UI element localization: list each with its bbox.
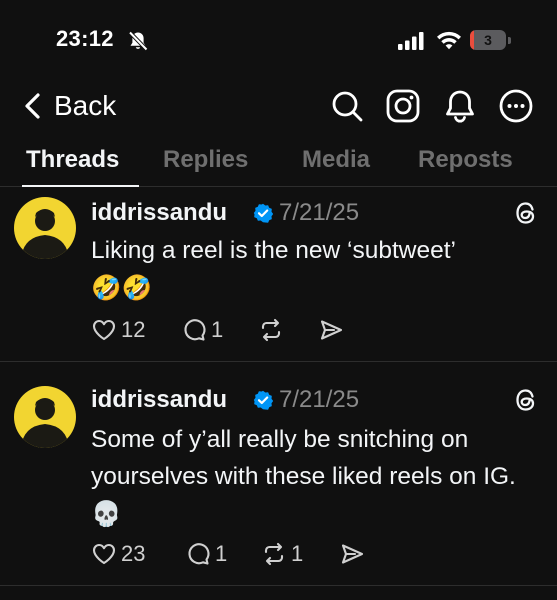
thread-post[interactable]: iddrissandu 7/21/25 Liking a reel is the… xyxy=(0,187,557,361)
instagram-icon[interactable] xyxy=(385,88,421,124)
post-date: 7/21/25 xyxy=(279,386,360,413)
heart-icon xyxy=(92,319,116,341)
avatar[interactable] xyxy=(14,386,76,448)
post-text-body: Some of y’all really be snitching on you… xyxy=(91,426,516,490)
chevron-left-icon xyxy=(25,93,40,119)
status-time: 23:12 xyxy=(56,26,114,51)
post-text-body: Liking a reel is the new ‘subtweet’ xyxy=(91,237,456,264)
tab-reposts[interactable]: Reposts xyxy=(418,146,513,174)
thread-post[interactable]: iddrissandu 7/21/25 Some of y’all really… xyxy=(0,362,557,582)
repost-button[interactable]: 1 xyxy=(261,541,303,567)
heart-icon xyxy=(92,543,116,565)
tab-replies[interactable]: Replies xyxy=(163,146,248,174)
battery-icon: 3 xyxy=(470,30,512,50)
send-icon xyxy=(341,544,364,564)
cellular-signal-icon xyxy=(398,32,424,50)
wifi-icon xyxy=(436,29,462,51)
post-text: Some of y’all really be snitching on you… xyxy=(91,421,541,533)
post-emoji: 💀 xyxy=(91,499,122,528)
status-bar: 23:12 3 xyxy=(0,0,557,80)
post-date: 7/21/25 xyxy=(279,199,360,226)
share-button[interactable] xyxy=(318,317,344,343)
post-text: Liking a reel is the new ‘subtweet’ 🤣🤣 xyxy=(91,232,541,307)
verified-badge-icon xyxy=(253,390,274,410)
post-emoji: 🤣🤣 xyxy=(91,273,153,302)
comment-icon xyxy=(184,319,206,341)
threads-logo-icon[interactable] xyxy=(513,387,539,413)
post-divider xyxy=(0,585,557,586)
bell-slash-icon xyxy=(127,30,149,52)
reply-count: 1 xyxy=(211,317,224,342)
repost-count: 1 xyxy=(291,541,304,566)
post-username[interactable]: iddrissandu xyxy=(91,386,227,414)
reply-count: 1 xyxy=(215,541,228,566)
battery-level: 3 xyxy=(484,32,492,48)
like-count: 23 xyxy=(121,541,146,566)
more-icon[interactable] xyxy=(498,88,534,124)
tab-threads[interactable]: Threads xyxy=(26,146,119,174)
repost-icon xyxy=(261,318,281,342)
back-label: Back xyxy=(54,90,117,121)
verified-badge-icon xyxy=(253,203,274,223)
repost-icon xyxy=(264,542,284,566)
like-count: 12 xyxy=(121,317,146,342)
reply-button[interactable]: 1 xyxy=(181,317,223,343)
like-button[interactable]: 23 xyxy=(91,541,145,567)
avatar[interactable] xyxy=(14,197,76,259)
tab-media[interactable]: Media xyxy=(302,146,370,174)
post-username[interactable]: iddrissandu xyxy=(91,199,227,227)
like-button[interactable]: 12 xyxy=(91,317,145,343)
threads-logo-icon[interactable] xyxy=(513,200,539,226)
back-button[interactable]: Back xyxy=(22,86,116,126)
search-icon[interactable] xyxy=(329,88,365,124)
send-icon xyxy=(320,320,343,340)
notifications-icon[interactable] xyxy=(442,88,478,124)
comment-icon xyxy=(188,543,210,565)
share-button[interactable] xyxy=(339,541,365,567)
reply-button[interactable]: 1 xyxy=(185,541,227,567)
repost-button[interactable] xyxy=(258,317,288,343)
